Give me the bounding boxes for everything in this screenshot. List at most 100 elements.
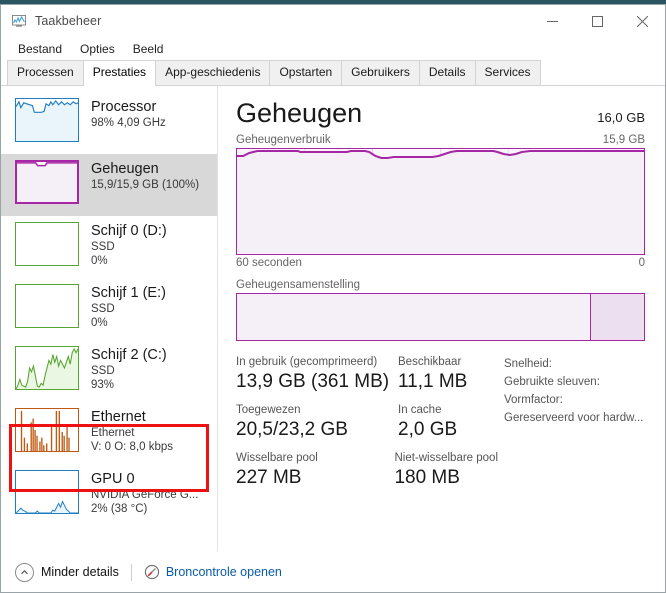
stat-in-use-value: 13,9 GB (361 MB)	[236, 370, 398, 394]
tab-services[interactable]: Services	[475, 60, 541, 85]
disk-0-thumbnail-graph	[15, 222, 79, 266]
less-details-label: Minder details	[41, 565, 119, 579]
sidebar-item-disk-2-title: Schijf 2 (C:)	[91, 346, 167, 364]
stat-nonpaged-pool-label: Niet-wisselbare pool	[394, 451, 498, 466]
memory-composition-bar[interactable]	[236, 293, 645, 341]
composition-label: Geheugensamenstelling	[236, 279, 645, 291]
info-speed-label: Snelheid:	[504, 355, 552, 373]
tab-opstarten[interactable]: Opstarten	[269, 60, 342, 85]
memory-stats-right: Snelheid: Gebruikte sleuven: Vormfactor:…	[498, 355, 649, 499]
chevron-up-icon	[15, 563, 34, 582]
stat-available-value: 11,1 MB	[398, 370, 467, 394]
sidebar-item-gpu-0-sub2: 2% (38 °C)	[91, 502, 198, 516]
title-bar: Taakbeheer	[1, 5, 665, 37]
sidebar-item-gpu-0[interactable]: GPU 0 NVIDIA GeForce G... 2% (38 °C)	[1, 464, 217, 526]
composition-in-use-segment	[237, 294, 591, 340]
tab-gebruikers[interactable]: Gebruikers	[341, 60, 420, 85]
tab-app-geschiedenis[interactable]: App-geschiedenis	[155, 60, 270, 85]
usage-graph-max: 15,9 GB	[603, 134, 645, 146]
tab-strip: Processen Prestaties App-geschiedenis Op…	[1, 61, 665, 86]
sidebar-item-disk-2-sub1: SSD	[91, 364, 167, 378]
stat-row: Toegewezen 20,5/23,2 GB In cache 2,0 GB	[236, 403, 498, 442]
window-controls	[530, 5, 665, 37]
window-title: Taakbeheer	[35, 14, 101, 28]
menu-bar: Bestand Opties Beeld	[1, 37, 665, 61]
sidebar-item-memory-sub1: 15,9/15,9 GB (100%)	[91, 178, 199, 192]
usage-graph-header: Geheugenverbruik 15,9 GB	[236, 134, 645, 146]
usage-graph-axis: 60 seconden 0	[236, 257, 645, 269]
sidebar-item-cpu-sub1: 98% 4,09 GHz	[91, 116, 166, 130]
tab-details[interactable]: Details	[419, 60, 476, 85]
info-slots-used-label: Gebruikte sleuven:	[504, 373, 600, 391]
stat-paged-pool-label: Wisselbare pool	[236, 451, 394, 466]
tab-prestaties[interactable]: Prestaties	[83, 60, 156, 86]
stat-cached-value: 2,0 GB	[398, 418, 457, 442]
sidebar-item-ethernet[interactable]: Ethernet Ethernet V: 0 O: 8,0 kbps	[1, 402, 217, 464]
sidebar-item-disk-1-sub2: 0%	[91, 316, 166, 330]
performance-detail-panel: Geheugen 16,0 GB Geheugenverbruik 15,9 G…	[218, 86, 665, 551]
memory-stats-left: In gebruik (gecomprimeerd) 13,9 GB (361 …	[236, 355, 498, 499]
info-hardware-reserved-label: Gereserveerd voor hardw...	[504, 409, 643, 427]
stat-in-use: In gebruik (gecomprimeerd) 13,9 GB (361 …	[236, 355, 398, 394]
sidebar-item-disk-0-title: Schijf 0 (D:)	[91, 222, 167, 240]
stat-available-label: Beschikbaar	[398, 355, 467, 370]
memory-usage-graph[interactable]	[236, 148, 645, 255]
ethernet-thumbnail-graph	[15, 408, 79, 452]
sidebar-item-ethernet-sub2: V: 0 O: 8,0 kbps	[91, 440, 173, 454]
stat-committed-value: 20,5/23,2 GB	[236, 418, 398, 442]
close-button[interactable]	[620, 5, 665, 37]
sidebar-item-disk-1[interactable]: Schijf 1 (E:) SSD 0%	[1, 278, 217, 340]
resource-sidebar[interactable]: Processor 98% 4,09 GHz Geheugen 15,9/15,…	[1, 86, 218, 551]
stat-row: In gebruik (gecomprimeerd) 13,9 GB (361 …	[236, 355, 498, 394]
menu-item-bestand[interactable]: Bestand	[9, 39, 71, 59]
sidebar-item-memory-title: Geheugen	[91, 160, 199, 178]
less-details-button[interactable]: Minder details	[15, 563, 119, 582]
sidebar-item-disk-0-sub2: 0%	[91, 254, 167, 268]
sidebar-item-disk-1-title: Schijf 1 (E:)	[91, 284, 166, 302]
usage-graph-svg	[237, 149, 644, 254]
stat-committed-label: Toegewezen	[236, 403, 398, 418]
sidebar-item-cpu[interactable]: Processor 98% 4,09 GHz	[1, 92, 217, 154]
status-separator	[131, 564, 132, 581]
usage-graph-x-right: 0	[639, 257, 645, 269]
disk-2-thumbnail-graph	[15, 346, 79, 390]
menu-item-opties[interactable]: Opties	[71, 39, 124, 59]
resource-monitor-label: Broncontrole openen	[166, 565, 282, 579]
minimize-button[interactable]	[530, 5, 575, 37]
page-title: Geheugen	[236, 96, 362, 130]
usage-area	[237, 151, 644, 254]
stat-available: Beschikbaar 11,1 MB	[398, 355, 467, 394]
status-bar: Minder details Broncontrole openen	[1, 551, 665, 592]
task-manager-window: Taakbeheer Bestand Opties Beeld Processe…	[0, 4, 666, 593]
sidebar-item-ethernet-title: Ethernet	[91, 408, 173, 426]
sidebar-item-gpu-0-title: GPU 0	[91, 470, 198, 488]
maximize-button[interactable]	[575, 5, 620, 37]
usage-graph-x-left: 60 seconden	[236, 257, 302, 269]
menu-item-beeld[interactable]: Beeld	[124, 39, 173, 59]
stat-cached-label: In cache	[398, 403, 457, 418]
stat-nonpaged-pool: Niet-wisselbare pool 180 MB	[394, 451, 498, 490]
composition-available-segment	[591, 294, 644, 340]
resource-monitor-link[interactable]: Broncontrole openen	[144, 564, 282, 580]
info-speed: Snelheid:	[504, 355, 649, 373]
sidebar-item-cpu-title: Processor	[91, 98, 166, 116]
sidebar-item-disk-2[interactable]: Schijf 2 (C:) SSD 93%	[1, 340, 217, 402]
info-form-factor: Vormfactor:	[504, 391, 649, 409]
sidebar-item-disk-0[interactable]: Schijf 0 (D:) SSD 0%	[1, 216, 217, 278]
memory-header: Geheugen 16,0 GB	[236, 96, 645, 130]
content-area: Processor 98% 4,09 GHz Geheugen 15,9/15,…	[1, 86, 665, 551]
tab-processen[interactable]: Processen	[7, 60, 84, 85]
sidebar-item-ethernet-sub1: Ethernet	[91, 426, 173, 440]
memory-thumbnail-graph	[15, 160, 79, 204]
memory-statistics: In gebruik (gecomprimeerd) 13,9 GB (361 …	[236, 355, 645, 499]
usage-graph-label: Geheugenverbruik	[236, 134, 331, 146]
stat-row: Wisselbare pool 227 MB Niet-wisselbare p…	[236, 451, 498, 490]
sidebar-item-disk-2-sub2: 93%	[91, 378, 167, 392]
sidebar-item-disk-0-sub1: SSD	[91, 240, 167, 254]
stat-nonpaged-pool-value: 180 MB	[394, 466, 498, 490]
info-form-factor-label: Vormfactor:	[504, 391, 563, 409]
stat-cached: In cache 2,0 GB	[398, 403, 457, 442]
stat-in-use-label: In gebruik (gecomprimeerd)	[236, 355, 398, 370]
stat-committed: Toegewezen 20,5/23,2 GB	[236, 403, 398, 442]
sidebar-item-memory[interactable]: Geheugen 15,9/15,9 GB (100%)	[1, 154, 217, 216]
